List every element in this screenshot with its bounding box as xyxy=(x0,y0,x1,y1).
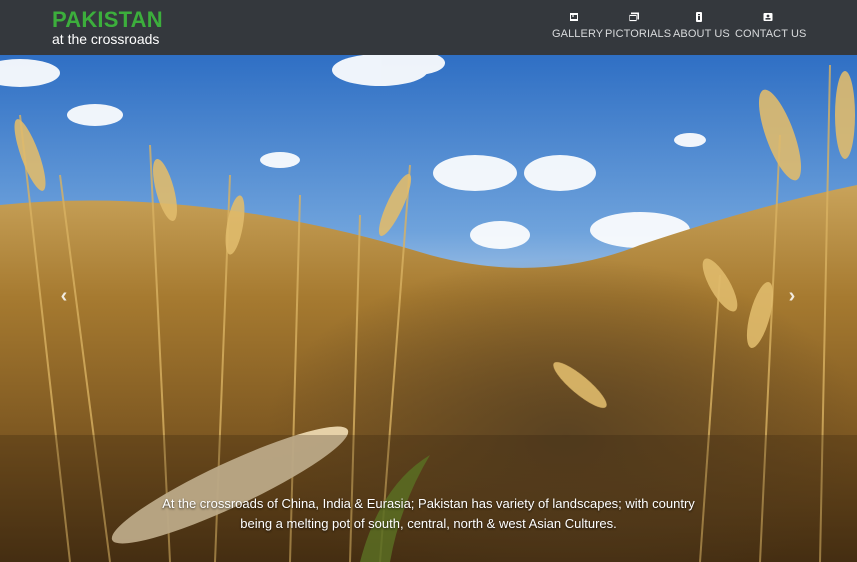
pictures-icon xyxy=(628,10,640,22)
nav-label-contact-us: CONTACT US xyxy=(735,28,807,40)
top-navbar: PAKISTAN at the crossroads GALLERY PICTO… xyxy=(0,0,857,55)
image-icon xyxy=(568,10,580,22)
hero-carousel: ‹ › At the crossroads of China, India & … xyxy=(0,55,857,562)
nav-label-pictorials: PICTORIALS xyxy=(605,28,672,40)
carousel-caption: At the crossroads of China, India & Eura… xyxy=(0,494,857,534)
info-icon xyxy=(693,10,705,22)
contact-card-icon xyxy=(762,10,774,22)
nav-item-contact-us[interactable]: CONTACT US xyxy=(735,10,807,40)
nav-item-pictorials[interactable]: PICTORIALS xyxy=(605,10,672,40)
carousel-prev-icon[interactable]: ‹ xyxy=(54,284,74,308)
nav-label-gallery: GALLERY xyxy=(552,28,604,40)
carousel-next-icon[interactable]: › xyxy=(782,284,802,308)
nav-item-gallery[interactable]: GALLERY xyxy=(552,10,604,40)
wheat-field-image xyxy=(0,55,857,562)
nav-item-about-us[interactable]: ABOUT US xyxy=(673,10,730,40)
main-nav: GALLERY PICTORIALS ABOUT US CONTACT US xyxy=(0,10,857,50)
nav-label-about-us: ABOUT US xyxy=(673,28,730,40)
caption-line-1: At the crossroads of China, India & Eura… xyxy=(162,496,695,511)
caption-line-2: being a melting pot of south, central, n… xyxy=(240,516,617,531)
